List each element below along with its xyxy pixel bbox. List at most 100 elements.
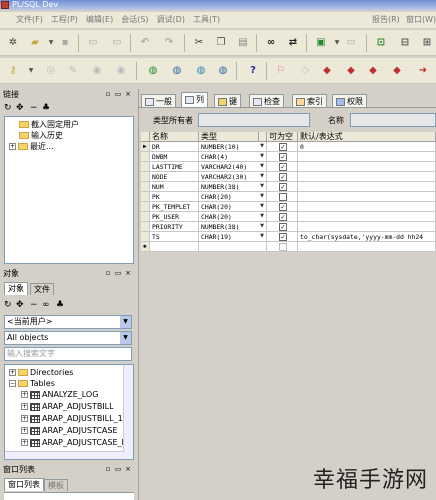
table-row[interactable]: DWBM CHAR(4) ▼ ✓ — [141, 152, 436, 162]
cut-icon[interactable]: ✂ — [192, 36, 206, 50]
tab-indexes[interactable]: 索引 — [292, 94, 327, 107]
find-binoculars-icon[interactable]: ∞ — [264, 36, 278, 50]
default-cell[interactable] — [298, 222, 436, 232]
column-type-cell[interactable]: CHAR(20) — [199, 212, 267, 222]
close-icon[interactable]: × — [124, 465, 132, 473]
nullable-checkbox[interactable]: ✓ — [279, 163, 287, 171]
row-indicator[interactable] — [141, 212, 150, 222]
menu-debug[interactable]: 调试(D) — [153, 12, 189, 28]
menu-reports[interactable]: 报告(R) — [368, 12, 404, 28]
undo-icon[interactable]: ↶ — [138, 36, 152, 50]
column-type-cell[interactable]: NUMBER(10) — [199, 142, 267, 152]
object-search-input[interactable]: 输入搜索文字 — [4, 347, 132, 361]
menu-window[interactable]: 窗口(W) — [402, 12, 436, 28]
disabled-db-icon[interactable]: ◉ — [90, 64, 104, 78]
default-cell[interactable]: to_char(sysdate,'yyyy-mm-dd hh24 — [298, 232, 436, 242]
new-window-icon[interactable]: ▣ — [314, 36, 328, 50]
dropdown-arrow-icon[interactable]: ▼ — [24, 64, 38, 78]
expand-icon[interactable]: + — [21, 391, 28, 398]
table-row[interactable]: ▶ DR NUMBER(10) ▼ ✓ 0 — [141, 142, 436, 152]
default-cell[interactable] — [298, 172, 436, 182]
row-indicator[interactable] — [141, 232, 150, 242]
expand-icon[interactable]: + — [9, 369, 16, 376]
column-type-cell[interactable]: VARCHAR2(30) — [199, 172, 267, 182]
row-indicator[interactable] — [141, 152, 150, 162]
empty-cell[interactable] — [199, 242, 267, 252]
dropdown-arrow-icon[interactable]: ▼ — [330, 36, 344, 50]
tab-templates[interactable]: 模板 — [44, 479, 68, 491]
column-type-cell[interactable]: VARCHAR2(40) — [199, 162, 267, 172]
copy-icon[interactable]: ❐ — [214, 36, 228, 50]
tree-item[interactable]: 截入固定用户 — [19, 120, 79, 130]
print-icon[interactable]: ▭ — [86, 36, 100, 50]
empty-cell[interactable] — [298, 242, 436, 252]
compile-icon[interactable]: ⊟ — [398, 36, 412, 50]
column-type-cell[interactable]: CHAR(20) — [199, 192, 267, 202]
type-dropdown-icon[interactable]: ▼ — [259, 163, 265, 170]
disabled-action-icon[interactable]: ◎ — [44, 64, 58, 78]
tab-general[interactable]: 一般 — [141, 94, 176, 107]
menu-file[interactable]: 文件(F) — [0, 12, 47, 28]
tree-item[interactable]: + 最近... — [9, 142, 54, 152]
commit-icon[interactable]: ◍ — [146, 64, 160, 78]
nullable-checkbox[interactable] — [279, 193, 287, 201]
chevron-down-icon[interactable]: ▼ — [120, 316, 131, 328]
type-dropdown-icon[interactable]: ▼ — [259, 193, 265, 200]
menu-session[interactable]: 会话(S) — [117, 12, 152, 28]
tree-item[interactable]: − Tables — [9, 379, 55, 389]
disabled-edit-icon[interactable]: ✎ — [66, 64, 80, 78]
save-icon[interactable]: ▪ — [58, 36, 72, 50]
column-name-cell[interactable]: NUM — [150, 182, 199, 192]
nullable-cell[interactable]: ✓ — [267, 142, 298, 152]
nullable-cell[interactable] — [267, 192, 298, 202]
tab-keys[interactable]: 键 — [214, 94, 241, 107]
disabled-db-icon-2[interactable]: ◉ — [114, 64, 128, 78]
column-type-cell[interactable]: NUMBER(38) — [199, 222, 267, 232]
new-icon[interactable]: ✲ — [6, 36, 20, 50]
type-dropdown-icon[interactable]: ▼ — [259, 183, 265, 190]
horizontal-scrollbar[interactable] — [5, 451, 125, 459]
type-dropdown-icon[interactable]: ▼ — [259, 233, 265, 240]
pin-icon[interactable]: ▫ — [104, 465, 112, 473]
row-indicator[interactable]: ▶ — [141, 142, 150, 152]
dock-icon[interactable]: ▭ — [114, 269, 122, 277]
table-row[interactable]: PRIORITY NUMBER(38) ▼ ✓ — [141, 222, 436, 232]
table-tree-item[interactable]: + ARAP_ADJUSTBILL — [21, 402, 114, 412]
column-type-cell[interactable]: NUMBER(38) — [199, 182, 267, 192]
object-type-select[interactable]: All objects ▼ — [4, 331, 132, 345]
nullable-checkbox[interactable]: ✓ — [279, 203, 287, 211]
column-header-type[interactable]: 类型 — [199, 132, 259, 142]
paste-icon[interactable]: ▤ — [236, 36, 250, 50]
add-icon[interactable]: ✥ — [16, 300, 24, 310]
column-name-cell[interactable]: NODE — [150, 172, 199, 182]
session-icon-3[interactable]: ◍ — [216, 64, 230, 78]
key-icon[interactable]: ⚷ — [6, 64, 20, 78]
nullable-cell[interactable]: ✓ — [267, 152, 298, 162]
execute-plan-icon[interactable]: ⊡ — [374, 36, 388, 50]
row-indicator[interactable] — [141, 192, 150, 202]
collapse-icon[interactable]: − — [9, 380, 16, 387]
dock-icon[interactable]: ▭ — [114, 465, 122, 473]
name-input[interactable] — [350, 113, 436, 127]
debug-icon[interactable]: ◆ — [320, 64, 334, 78]
nullable-cell[interactable]: ✓ — [267, 202, 298, 212]
column-name-cell[interactable]: PK_TEMPLET — [150, 202, 199, 212]
table-tree-item[interactable]: + ARAP_ADJUSTBILL_1 — [21, 414, 123, 424]
column-name-cell[interactable]: TS — [150, 232, 199, 242]
nullable-checkbox[interactable]: ✓ — [279, 143, 287, 151]
redo-icon[interactable]: ↷ — [162, 36, 176, 50]
new-row-indicator[interactable]: ✱ — [141, 242, 150, 252]
column-header-nullable[interactable]: 可为空 — [267, 132, 298, 142]
help-icon[interactable]: ? — [246, 64, 260, 78]
table-row[interactable]: TS CHAR(19) ▼ ✓ to_char(sysdate,'yyyy-mm-dd … — [141, 232, 436, 242]
column-type-cell[interactable]: CHAR(20) — [199, 202, 267, 212]
open-folder-icon[interactable]: ▰ — [28, 36, 42, 50]
empty-cell[interactable] — [150, 242, 199, 252]
tab-objects[interactable]: 对象 — [4, 282, 28, 295]
expand-icon[interactable]: + — [21, 415, 28, 422]
remove-icon[interactable]: − — [30, 103, 38, 113]
debug-icon-2[interactable]: ◆ — [344, 64, 358, 78]
refresh-icon[interactable]: ↻ — [4, 300, 12, 310]
column-name-cell[interactable]: DR — [150, 142, 199, 152]
debug-icon-4[interactable]: ◆ — [390, 64, 404, 78]
